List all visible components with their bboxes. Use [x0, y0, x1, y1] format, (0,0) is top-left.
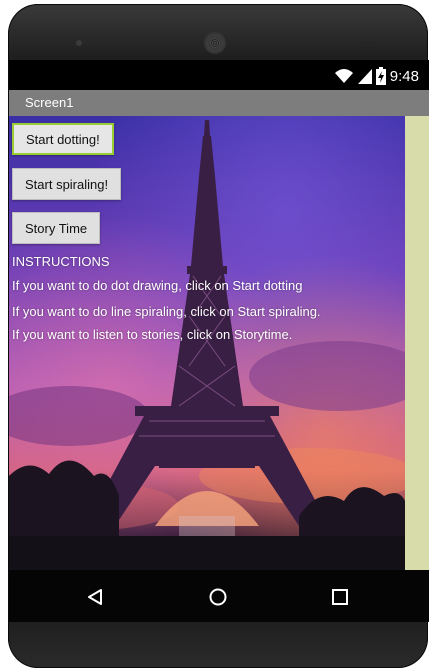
instructions-heading: INSTRUCTIONS: [12, 254, 110, 269]
wifi-icon: [334, 69, 353, 83]
home-icon: [209, 588, 227, 606]
recents-icon: [332, 589, 348, 605]
home-button[interactable]: [207, 586, 229, 608]
front-camera: [76, 40, 82, 46]
status-icons: 9:48: [334, 67, 419, 85]
navigation-bar: [9, 570, 429, 622]
phone-screen: 9:48 Screen1 Start dotting! Start spiral…: [9, 60, 429, 570]
signal-icon: [357, 69, 372, 84]
status-bar: 9:48: [9, 60, 429, 90]
back-icon: [88, 589, 102, 605]
app-title-bar: Screen1: [9, 90, 429, 116]
story-time-button[interactable]: Story Time: [12, 212, 101, 244]
proximity-sensor: [360, 42, 378, 46]
recents-button[interactable]: [329, 586, 351, 608]
screen-title: Screen1: [25, 95, 74, 110]
screen-content: Start dotting! Start spiraling! Story Ti…: [9, 116, 429, 570]
instruction-line-spiraling: If you want to do line spiraling, click …: [12, 304, 321, 319]
start-spiraling-button[interactable]: Start spiraling!: [12, 168, 122, 200]
start-dotting-button[interactable]: Start dotting!: [12, 123, 114, 155]
instruction-line-dotting: If you want to do dot drawing, click on …: [12, 278, 303, 293]
battery-charging-icon: [375, 67, 386, 85]
status-time: 9:48: [389, 67, 419, 85]
instruction-line-storytime: If you want to listen to stories, click …: [12, 327, 293, 342]
earpiece-speaker: [204, 32, 226, 54]
back-button[interactable]: [84, 586, 106, 608]
